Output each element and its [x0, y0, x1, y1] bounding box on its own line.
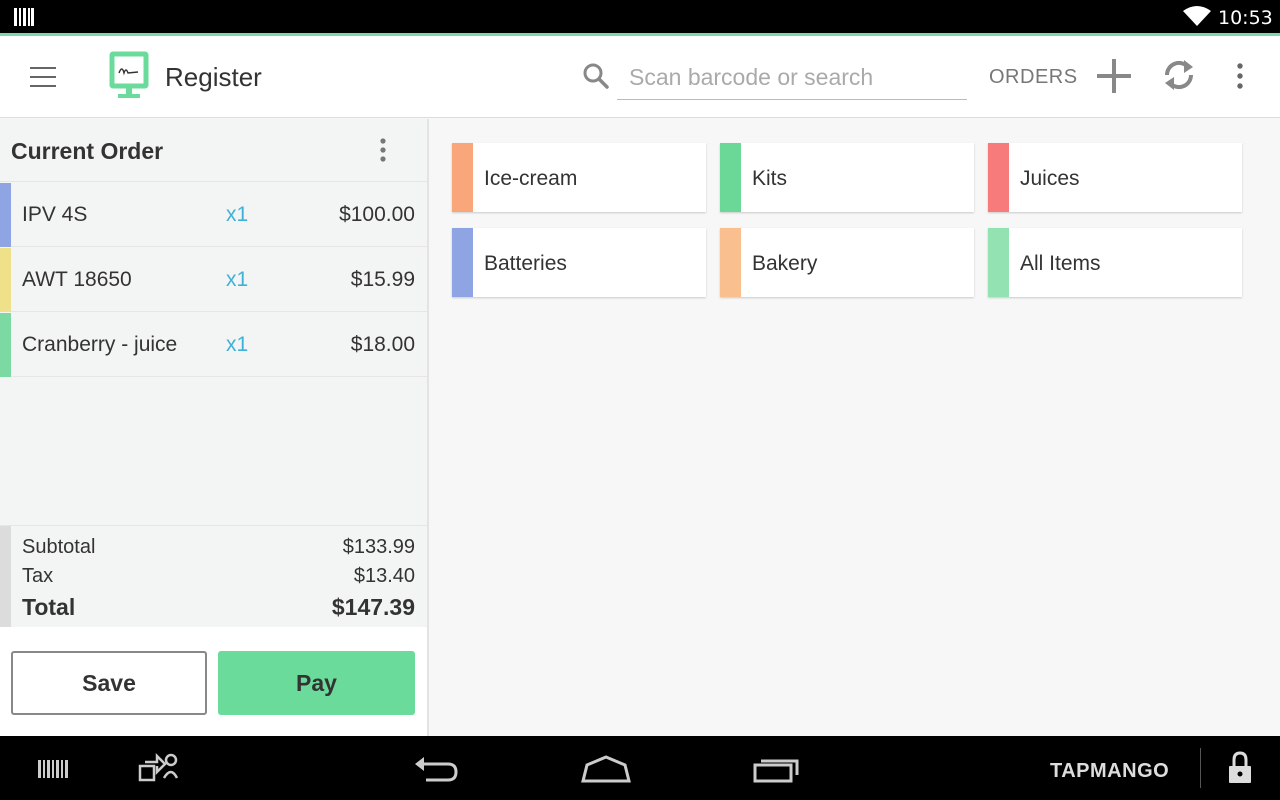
current-order-title: Current Order [11, 138, 164, 164]
home-icon[interactable] [580, 754, 632, 784]
order-item-qty[interactable]: x1 [226, 268, 248, 292]
pay-button[interactable]: Pay [218, 651, 415, 715]
order-item-row[interactable]: AWT 18650 x1 $15.99 [0, 248, 427, 312]
current-order-header: Current Order [0, 119, 427, 182]
app-bar: Register ORDERS [0, 36, 1280, 118]
barcode-scan-icon[interactable] [38, 760, 70, 778]
category-tile-juices[interactable]: Juices [988, 143, 1242, 212]
order-item-name: Cranberry - juice [22, 333, 178, 356]
register-logo-icon [109, 51, 149, 98]
category-tile-bakery[interactable]: Bakery [720, 228, 974, 297]
search-input[interactable] [617, 56, 967, 100]
wifi-icon [1183, 6, 1211, 26]
category-tile-all-items[interactable]: All Items [988, 228, 1242, 297]
order-menu-icon[interactable] [377, 138, 389, 164]
order-item-price: $100.00 [339, 203, 415, 226]
lock-icon[interactable] [1228, 751, 1252, 785]
order-actions: Save Pay [0, 627, 427, 736]
category-label: Ice-cream [484, 167, 578, 190]
page-title: Register [165, 62, 262, 92]
category-color-swatch [452, 228, 473, 297]
add-icon[interactable] [1096, 58, 1132, 94]
item-color-swatch [0, 313, 11, 377]
refresh-icon[interactable] [1160, 56, 1198, 94]
order-item-name: IPV 4S [22, 203, 88, 226]
order-totals: Subtotal $133.99 Tax $13.40 Total $147.3… [0, 525, 427, 628]
search-icon [583, 63, 609, 89]
total-value: $147.39 [331, 594, 415, 620]
totals-side-bar [0, 526, 11, 628]
category-label: Kits [752, 167, 788, 190]
category-tile-batteries[interactable]: Batteries [452, 228, 706, 297]
current-order-panel: Current Order IPV 4S x1 $100.00 AWT 1865… [0, 119, 427, 736]
order-item-row[interactable]: Cranberry - juice x1 $18.00 [0, 313, 427, 377]
order-item-qty[interactable]: x1 [226, 203, 248, 227]
category-tile-kits[interactable]: Kits [720, 143, 974, 212]
order-item-qty[interactable]: x1 [226, 333, 248, 357]
order-item-price: $18.00 [350, 333, 415, 356]
category-label: Juices [1020, 167, 1080, 190]
menu-icon[interactable] [30, 67, 56, 87]
overflow-menu-icon[interactable] [1230, 62, 1250, 90]
category-label: All Items [1020, 252, 1101, 275]
item-color-swatch [0, 248, 11, 312]
order-item-row[interactable]: IPV 4S x1 $100.00 [0, 183, 427, 247]
tax-value: $13.40 [353, 565, 415, 587]
recent-apps-icon[interactable] [752, 754, 802, 784]
category-color-swatch [720, 143, 741, 212]
order-item-name: AWT 18650 [22, 268, 132, 291]
status-bar: 10:53 [0, 0, 1280, 33]
panel-divider [427, 119, 429, 736]
order-item-price: $15.99 [350, 268, 415, 291]
subtotal-label: Subtotal [22, 536, 96, 558]
category-color-swatch [452, 143, 473, 212]
brand-label: TAPMANGO [1050, 760, 1170, 782]
subtotal-value: $133.99 [342, 536, 415, 558]
category-color-swatch [988, 228, 1009, 297]
system-nav-bar: TAPMANGO [0, 736, 1280, 800]
tax-label: Tax [22, 565, 54, 587]
category-tile-ice-cream[interactable]: Ice-cream [452, 143, 706, 212]
nav-separator [1200, 748, 1201, 788]
save-button[interactable]: Save [11, 651, 207, 715]
category-color-swatch [988, 143, 1009, 212]
item-color-swatch [0, 183, 11, 247]
category-label: Bakery [752, 252, 818, 275]
switch-user-icon[interactable] [137, 752, 179, 784]
back-icon[interactable] [412, 754, 460, 784]
total-label: Total [22, 594, 76, 620]
orders-button[interactable]: ORDERS [989, 66, 1078, 89]
barcode-icon [14, 8, 34, 26]
category-label: Batteries [484, 252, 567, 275]
category-color-swatch [720, 228, 741, 297]
status-time: 10:53 [1218, 7, 1273, 29]
